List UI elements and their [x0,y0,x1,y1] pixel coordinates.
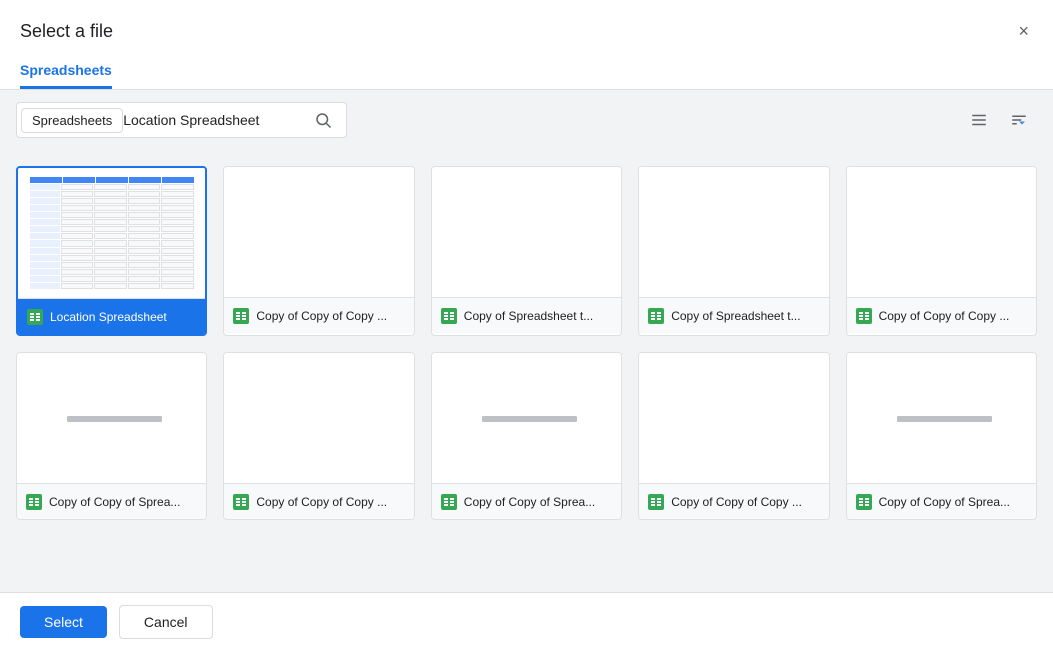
sheets-icon [232,493,250,511]
file-card[interactable]: Copy of Spreadsheet t... [431,166,622,336]
list-view-button[interactable] [961,104,997,136]
file-name: Copy of Copy of Sprea... [879,495,1010,509]
sheets-icon [647,307,665,325]
file-card[interactable]: Location Spreadsheet [16,166,207,336]
list-view-icon [970,111,988,129]
file-name: Copy of Spreadsheet t... [464,309,593,323]
file-label: Copy of Spreadsheet t... [639,297,828,333]
sheets-icon [647,493,665,511]
file-preview [432,353,621,483]
file-card[interactable]: Copy of Spreadsheet t... [638,166,829,336]
file-preview [432,167,621,297]
file-preview [224,167,413,297]
sheets-icon [26,308,44,326]
sort-button[interactable] [1001,104,1037,136]
dialog-footer: Select Cancel [0,592,1053,651]
file-preview [224,353,413,483]
file-label: Copy of Copy of Sprea... [432,483,621,519]
content-area: Location Spreadsheet Copy of Copy of Cop… [0,150,1053,592]
select-button[interactable]: Select [20,606,107,638]
file-preview [847,167,1036,297]
sheets-icon [855,307,873,325]
tabs-bar: Spreadsheets [0,52,1053,90]
file-preview [847,353,1036,483]
file-label: Copy of Copy of Copy ... [224,483,413,519]
file-card[interactable]: Copy of Copy of Copy ... [223,166,414,336]
toolbar-icons [961,104,1037,136]
tab-spreadsheets[interactable]: Spreadsheets [20,52,112,89]
file-picker-dialog: Select a file × Spreadsheets Spreadsheet… [0,0,1053,651]
files-grid: Location Spreadsheet Copy of Copy of Cop… [16,166,1037,520]
search-bar: Spreadsheets [0,90,1053,150]
file-name: Copy of Spreadsheet t... [671,309,800,323]
close-button[interactable]: × [1014,18,1033,44]
file-name: Copy of Copy of Copy ... [256,495,387,509]
sheets-icon [25,493,43,511]
file-preview [18,168,205,298]
dialog-title: Select a file [20,21,113,42]
file-preview [17,353,206,483]
file-card[interactable]: Copy of Copy of Copy ... [846,166,1037,336]
file-card[interactable]: Copy of Copy of Sprea... [846,352,1037,520]
file-card[interactable]: Copy of Copy of Copy ... [638,352,829,520]
file-preview [639,167,828,297]
file-label: Copy of Spreadsheet t... [432,297,621,333]
sheets-icon [440,307,458,325]
search-box: Spreadsheets [16,102,347,138]
file-label: Copy of Copy of Sprea... [17,483,206,519]
sort-icon [1010,111,1028,129]
sheets-icon [232,307,250,325]
search-button[interactable] [304,105,342,135]
file-label: Copy of Copy of Copy ... [224,297,413,333]
file-name: Location Spreadsheet [50,310,167,324]
sheets-icon [855,493,873,511]
file-label: Copy of Copy of Sprea... [847,483,1036,519]
file-label: Copy of Copy of Copy ... [847,297,1036,333]
file-label: Copy of Copy of Copy ... [639,483,828,519]
file-name: Copy of Copy of Copy ... [671,495,802,509]
cancel-button[interactable]: Cancel [119,605,213,639]
file-card[interactable]: Copy of Copy of Sprea... [431,352,622,520]
file-name: Copy of Copy of Copy ... [256,309,387,323]
search-icon [314,111,332,129]
dialog-header: Select a file × [0,0,1053,44]
search-input[interactable] [123,112,304,128]
file-name: Copy of Copy of Sprea... [49,495,180,509]
file-card[interactable]: Copy of Copy of Sprea... [16,352,207,520]
file-preview [639,353,828,483]
file-label: Location Spreadsheet [18,298,205,334]
file-name: Copy of Copy of Sprea... [464,495,595,509]
file-card[interactable]: Copy of Copy of Copy ... [223,352,414,520]
sheets-icon [440,493,458,511]
search-tag[interactable]: Spreadsheets [21,108,123,133]
file-name: Copy of Copy of Copy ... [879,309,1010,323]
